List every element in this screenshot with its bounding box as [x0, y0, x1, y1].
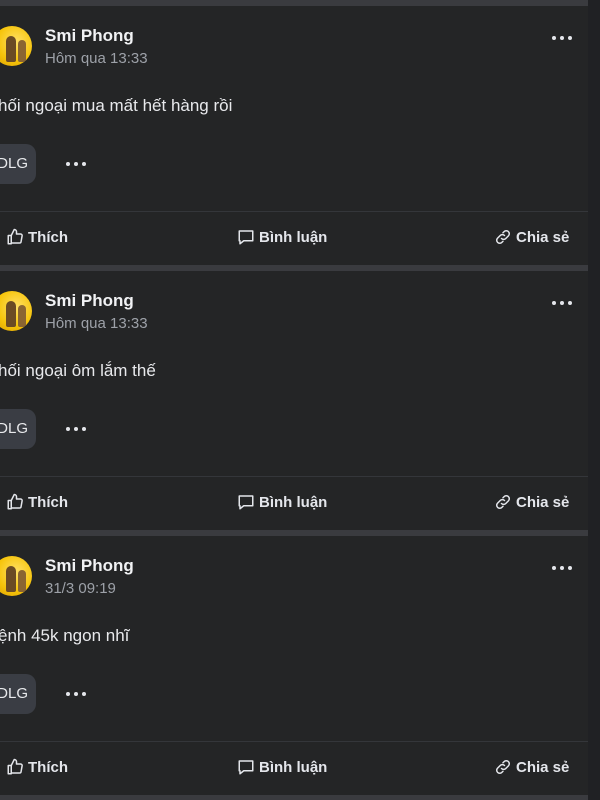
more-horizontal-icon [64, 686, 88, 702]
stock-tag-label: DLG [0, 685, 28, 702]
post-author-name[interactable]: Smi Phong [45, 26, 134, 46]
scrollbar-track[interactable] [588, 0, 600, 800]
post-card: Smi Phong 31/3 09:19 ệnh 45k ngon nhĩ DL… [0, 536, 588, 795]
share-button[interactable]: Chia sẻ [494, 490, 569, 514]
thumbs-up-icon [7, 228, 23, 245]
comment-button[interactable]: Bình luận [237, 490, 327, 514]
avatar[interactable] [0, 26, 32, 66]
comment-icon [238, 230, 254, 245]
like-button[interactable]: Thích [6, 755, 68, 779]
post-content: hối ngoại ôm lắm thế [0, 361, 156, 380]
comment-label: Bình luận [259, 758, 328, 776]
post-author-name[interactable]: Smi Phong [45, 291, 134, 311]
tag-more-button[interactable] [64, 686, 88, 702]
tag-more-button[interactable] [64, 156, 88, 172]
stock-tag-label: DLG [0, 420, 28, 437]
like-button[interactable]: Thích [6, 225, 68, 249]
link-icon [495, 229, 511, 245]
post-options-button[interactable] [550, 28, 574, 48]
post-timestamp[interactable]: Hôm qua 13:33 [45, 50, 148, 67]
comment-label: Bình luận [259, 493, 328, 511]
post-timestamp[interactable]: 31/3 09:19 [45, 580, 116, 597]
more-horizontal-icon [550, 293, 574, 313]
thumbs-up-icon [7, 758, 23, 775]
tag-more-button[interactable] [64, 421, 88, 437]
post-author-name[interactable]: Smi Phong [45, 556, 134, 576]
avatar[interactable] [0, 291, 32, 331]
divider [0, 211, 588, 212]
divider [0, 476, 588, 477]
post-card: Smi Phong Hôm qua 13:33 hối ngoại ôm lắm… [0, 271, 588, 530]
thumbs-up-icon [7, 493, 23, 510]
more-horizontal-icon [64, 156, 88, 172]
stock-tag[interactable]: DLG [0, 409, 36, 449]
link-icon [495, 759, 511, 775]
comment-button[interactable]: Bình luận [237, 225, 327, 249]
post-timestamp[interactable]: Hôm qua 13:33 [45, 315, 148, 332]
comment-icon [238, 495, 254, 510]
comment-label: Bình luận [259, 228, 328, 246]
stock-tag-label: DLG [0, 155, 28, 172]
post-options-button[interactable] [550, 293, 574, 313]
share-button[interactable]: Chia sẻ [494, 225, 569, 249]
comment-button[interactable]: Bình luận [237, 755, 327, 779]
post-content: hối ngoại mua mất hết hàng rồi [0, 96, 233, 115]
post-card: Smi Phong Hôm qua 13:33 hối ngoại mua mấ… [0, 6, 588, 265]
avatar[interactable] [0, 556, 32, 596]
comment-icon [238, 760, 254, 775]
share-button[interactable]: Chia sẻ [494, 755, 569, 779]
more-horizontal-icon [550, 28, 574, 48]
stock-tag[interactable]: DLG [0, 144, 36, 184]
post-content: ệnh 45k ngon nhĩ [0, 626, 130, 645]
share-label: Chia sẻ [516, 493, 570, 511]
more-horizontal-icon [550, 558, 574, 578]
like-label: Thích [28, 758, 68, 776]
share-label: Chia sẻ [516, 758, 570, 776]
like-label: Thích [28, 228, 68, 246]
link-icon [495, 494, 511, 510]
more-horizontal-icon [64, 421, 88, 437]
share-label: Chia sẻ [516, 228, 570, 246]
divider [0, 741, 588, 742]
like-button[interactable]: Thích [6, 490, 68, 514]
stock-tag[interactable]: DLG [0, 674, 36, 714]
post-feed: Smi Phong Hôm qua 13:33 hối ngoại mua mấ… [0, 0, 600, 800]
post-options-button[interactable] [550, 558, 574, 578]
like-label: Thích [28, 493, 68, 511]
